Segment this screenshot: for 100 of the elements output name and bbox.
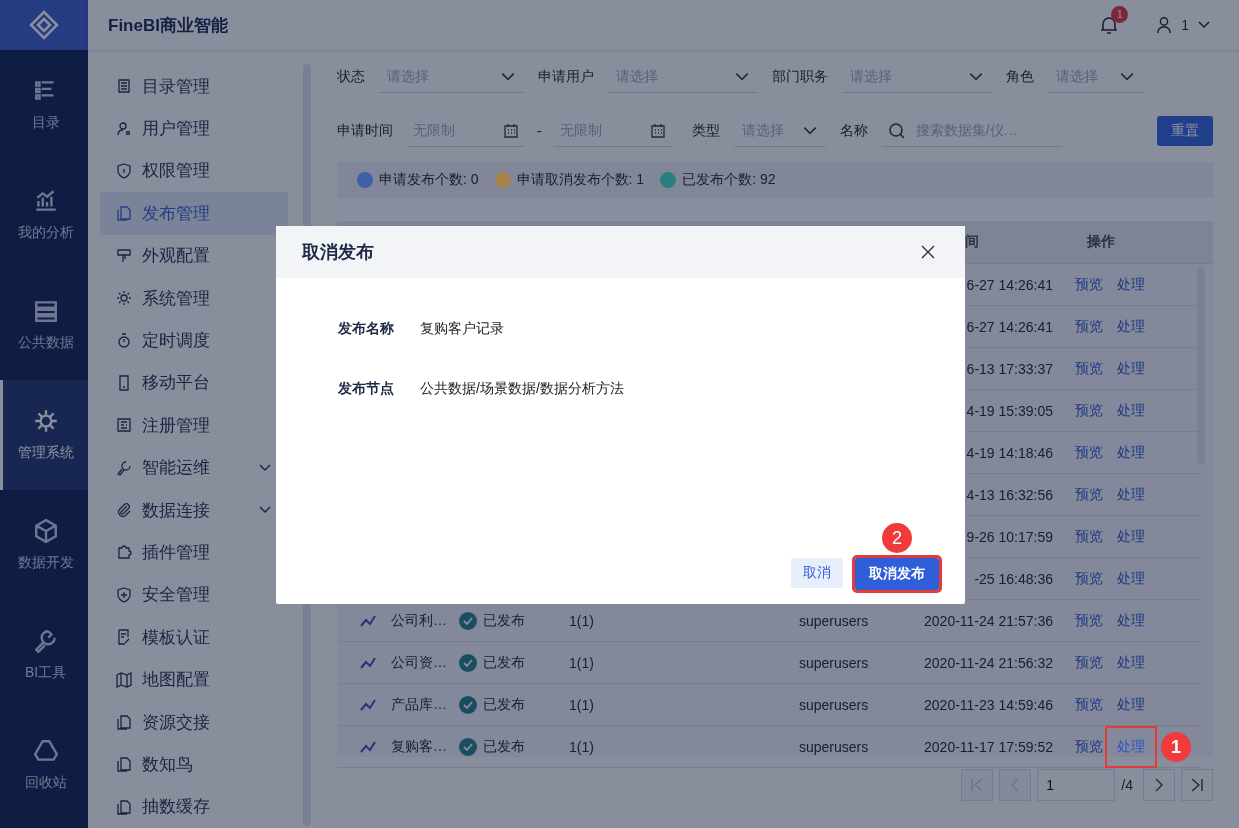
sidebar-item[interactable]: 数据连接 xyxy=(100,488,288,532)
sidebar-item[interactable]: 资源交接 xyxy=(100,700,288,744)
field-label: 发布名称 xyxy=(338,320,394,338)
filter-label: 申请时间 xyxy=(337,122,393,140)
action-link[interactable]: 预览 xyxy=(1075,485,1103,504)
table-cell: superusers xyxy=(799,612,869,629)
table-cell: superusers xyxy=(799,696,869,713)
table-cell: 1(1) xyxy=(569,738,594,755)
next-page-button[interactable] xyxy=(1143,769,1175,801)
table-cell: -25 16:48:36 xyxy=(974,570,1053,587)
status-label: 已发布 xyxy=(483,737,525,756)
field-value: 公共数据/场景数据/数据分析方法 xyxy=(420,380,624,398)
app-title: FineBI商业智能 xyxy=(108,14,228,37)
nav-item[interactable]: 数据开发 xyxy=(0,490,88,600)
table-cell: 公司利… xyxy=(391,611,447,628)
nav-item[interactable]: 目录 xyxy=(0,50,88,160)
sidebar-item[interactable]: 地图配置 xyxy=(100,658,288,701)
paperclip-icon xyxy=(116,502,132,519)
filter-label: 角色 xyxy=(1006,68,1034,86)
action-link[interactable]: 预览 xyxy=(1075,443,1103,462)
action-link[interactable]: 处理 xyxy=(1117,653,1145,672)
wrench-icon xyxy=(116,459,132,476)
nav-item[interactable]: 公共数据 xyxy=(0,270,88,380)
action-link[interactable]: 预览 xyxy=(1075,653,1103,672)
notification-badge: 1 xyxy=(1111,6,1129,23)
field-value: 复购客户记录 xyxy=(420,320,504,338)
filter-label: 类型 xyxy=(691,122,720,140)
action-link[interactable]: 预览 xyxy=(1075,569,1103,588)
sidebar-item[interactable]: 用户管理 xyxy=(100,107,288,150)
table-cell: 产品库… xyxy=(391,695,447,712)
check-circle-icon xyxy=(459,611,477,630)
table-cell: superusers xyxy=(799,738,869,755)
sidebar-item[interactable]: 注册管理 xyxy=(100,404,288,447)
sidebar-item[interactable]: 移动平台 xyxy=(100,361,288,405)
close-icon[interactable] xyxy=(921,245,935,259)
column-header: 操作 xyxy=(1087,233,1115,251)
action-link[interactable]: 处理 xyxy=(1117,569,1145,588)
action-link[interactable]: 处理 xyxy=(1117,443,1145,462)
map-icon xyxy=(116,671,132,688)
sidebar-item[interactable]: 安全管理 xyxy=(100,573,288,617)
table-cell: 6-13 17:33:37 xyxy=(966,360,1053,377)
table-cell: 6-27 14:26:41 xyxy=(966,276,1053,293)
copy-icon xyxy=(116,205,132,222)
action-link[interactable]: 预览 xyxy=(1075,695,1103,714)
sidebar-item[interactable]: 权限管理 xyxy=(100,149,288,193)
sidebar-item[interactable]: 数知鸟 xyxy=(100,743,288,786)
column-header: 间 xyxy=(965,233,980,251)
sidebar-item[interactable]: 抽数缓存 xyxy=(100,785,288,828)
sidebar-item[interactable]: 发布管理 xyxy=(100,192,288,235)
sidebar-item[interactable]: 系统管理 xyxy=(100,276,288,320)
nav-item[interactable]: 回收站 xyxy=(0,710,88,820)
nav-item[interactable]: 管理系统 xyxy=(0,380,88,490)
callout-badge: 2 xyxy=(882,523,912,553)
action-link[interactable]: 处理 xyxy=(1117,485,1145,504)
range-separator: - xyxy=(537,123,542,139)
sidebar-item[interactable]: 目录管理 xyxy=(100,65,288,108)
calendar-icon xyxy=(649,122,666,139)
copy-icon xyxy=(116,756,132,773)
user-icon xyxy=(116,120,132,137)
nav-item[interactable]: BI工具 xyxy=(0,600,88,710)
filter-label: 部门职务 xyxy=(772,68,828,86)
action-link[interactable]: 预览 xyxy=(1075,359,1103,378)
table-cell: 2020-11-17 17:59:52 xyxy=(924,738,1053,755)
action-link[interactable]: 处理 xyxy=(1117,695,1145,714)
shield-icon xyxy=(116,162,132,179)
action-link[interactable]: 处理 xyxy=(1117,317,1145,336)
action-link[interactable]: 处理 xyxy=(1117,359,1145,378)
last-page-icon xyxy=(1189,777,1205,793)
summary-count: 申请取消发布个数: 1 xyxy=(516,171,645,189)
action-link[interactable]: 预览 xyxy=(1075,611,1103,630)
action-link[interactable]: 处理 xyxy=(1117,401,1145,420)
sidebar-item[interactable]: 定时调度 xyxy=(100,319,288,362)
reset-button[interactable]: 重置 xyxy=(1157,116,1213,146)
action-link[interactable]: 预览 xyxy=(1075,317,1103,336)
action-link[interactable]: 预览 xyxy=(1075,401,1103,420)
action-link[interactable]: 处理 xyxy=(1117,527,1145,546)
action-link[interactable]: 预览 xyxy=(1075,737,1103,756)
user-name[interactable]: 1 xyxy=(1181,17,1189,33)
summary-count: 已发布个数: 92 xyxy=(682,171,776,189)
table-cell: 公司资… xyxy=(391,653,447,670)
search-icon xyxy=(887,121,906,140)
status-label: 已发布 xyxy=(483,695,525,714)
wrench-icon xyxy=(32,628,59,654)
last-page-button[interactable] xyxy=(1181,769,1213,801)
action-link[interactable]: 处理 xyxy=(1117,275,1145,294)
sidebar-item[interactable]: 智能运维 xyxy=(100,446,288,489)
logo-icon xyxy=(28,9,60,41)
sidebar-item[interactable]: 外观配置 xyxy=(100,234,288,277)
sidebar-item[interactable]: 模板认证 xyxy=(100,616,288,659)
user-icon[interactable] xyxy=(1155,16,1174,34)
action-link[interactable]: 处理 xyxy=(1117,611,1145,630)
cancel-button[interactable]: 取消 xyxy=(791,558,843,588)
sidebar-item[interactable]: 插件管理 xyxy=(100,531,288,574)
table-cell: 4-19 14:18:46 xyxy=(966,444,1053,461)
action-link[interactable]: 预览 xyxy=(1075,275,1103,294)
page-input[interactable]: 1 xyxy=(1037,769,1116,801)
action-link[interactable]: 预览 xyxy=(1075,527,1103,546)
page-total: /4 xyxy=(1121,777,1133,793)
form-icon xyxy=(116,417,132,434)
nav-item[interactable]: 我的分析 xyxy=(0,160,88,270)
